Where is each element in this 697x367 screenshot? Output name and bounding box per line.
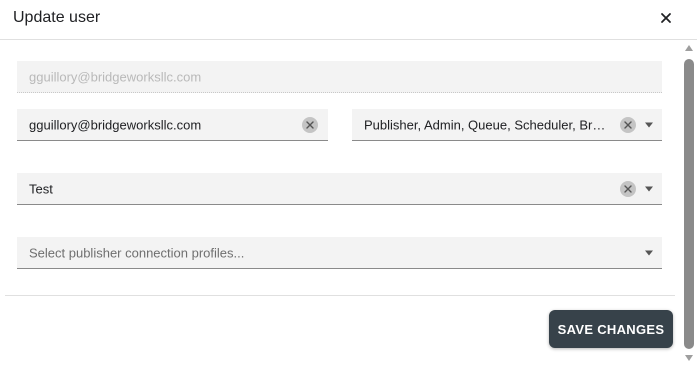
dialog-title: Update user [13,9,101,26]
update-user-dialog: Update user gguillory@bridgeworksllc.com… [0,0,697,367]
username-value: gguillory@bridgeworksllc.com [29,69,202,84]
roles-select[interactable]: Publisher, Admin, Queue, Scheduler, Brid… [352,109,662,141]
roles-value: Publisher, Admin, Queue, Scheduler, Brid… [364,117,606,132]
scrollbar-thumb[interactable] [684,59,694,349]
email-value: gguillory@bridgeworksllc.com [29,117,202,132]
connection-profiles-chevron-down-icon[interactable] [645,250,653,255]
group-chevron-down-icon[interactable] [645,186,653,191]
connection-profiles-select[interactable]: Select publisher connection profiles... [17,237,662,269]
group-value: Test [29,181,53,196]
dialog-header: Update user [0,0,697,40]
connection-profiles-placeholder: Select publisher connection profiles... [29,245,245,260]
email-field[interactable]: gguillory@bridgeworksllc.com [17,109,328,141]
scroll-up-arrow-icon[interactable] [685,45,693,51]
roles-chevron-down-icon[interactable] [645,122,653,127]
group-clear-icon[interactable] [620,180,636,197]
scrollbar[interactable] [683,45,695,363]
scroll-down-arrow-icon[interactable] [685,355,693,361]
close-icon[interactable] [657,9,675,27]
dialog-content: gguillory@bridgeworksllc.com gguillory@b… [0,41,685,296]
save-changes-button[interactable]: SAVE CHANGES [549,310,673,348]
footer-divider [5,295,675,296]
group-select[interactable]: Test [17,173,662,205]
email-clear-icon[interactable] [302,116,318,133]
roles-clear-icon[interactable] [620,116,636,133]
username-field: gguillory@bridgeworksllc.com [17,61,662,93]
